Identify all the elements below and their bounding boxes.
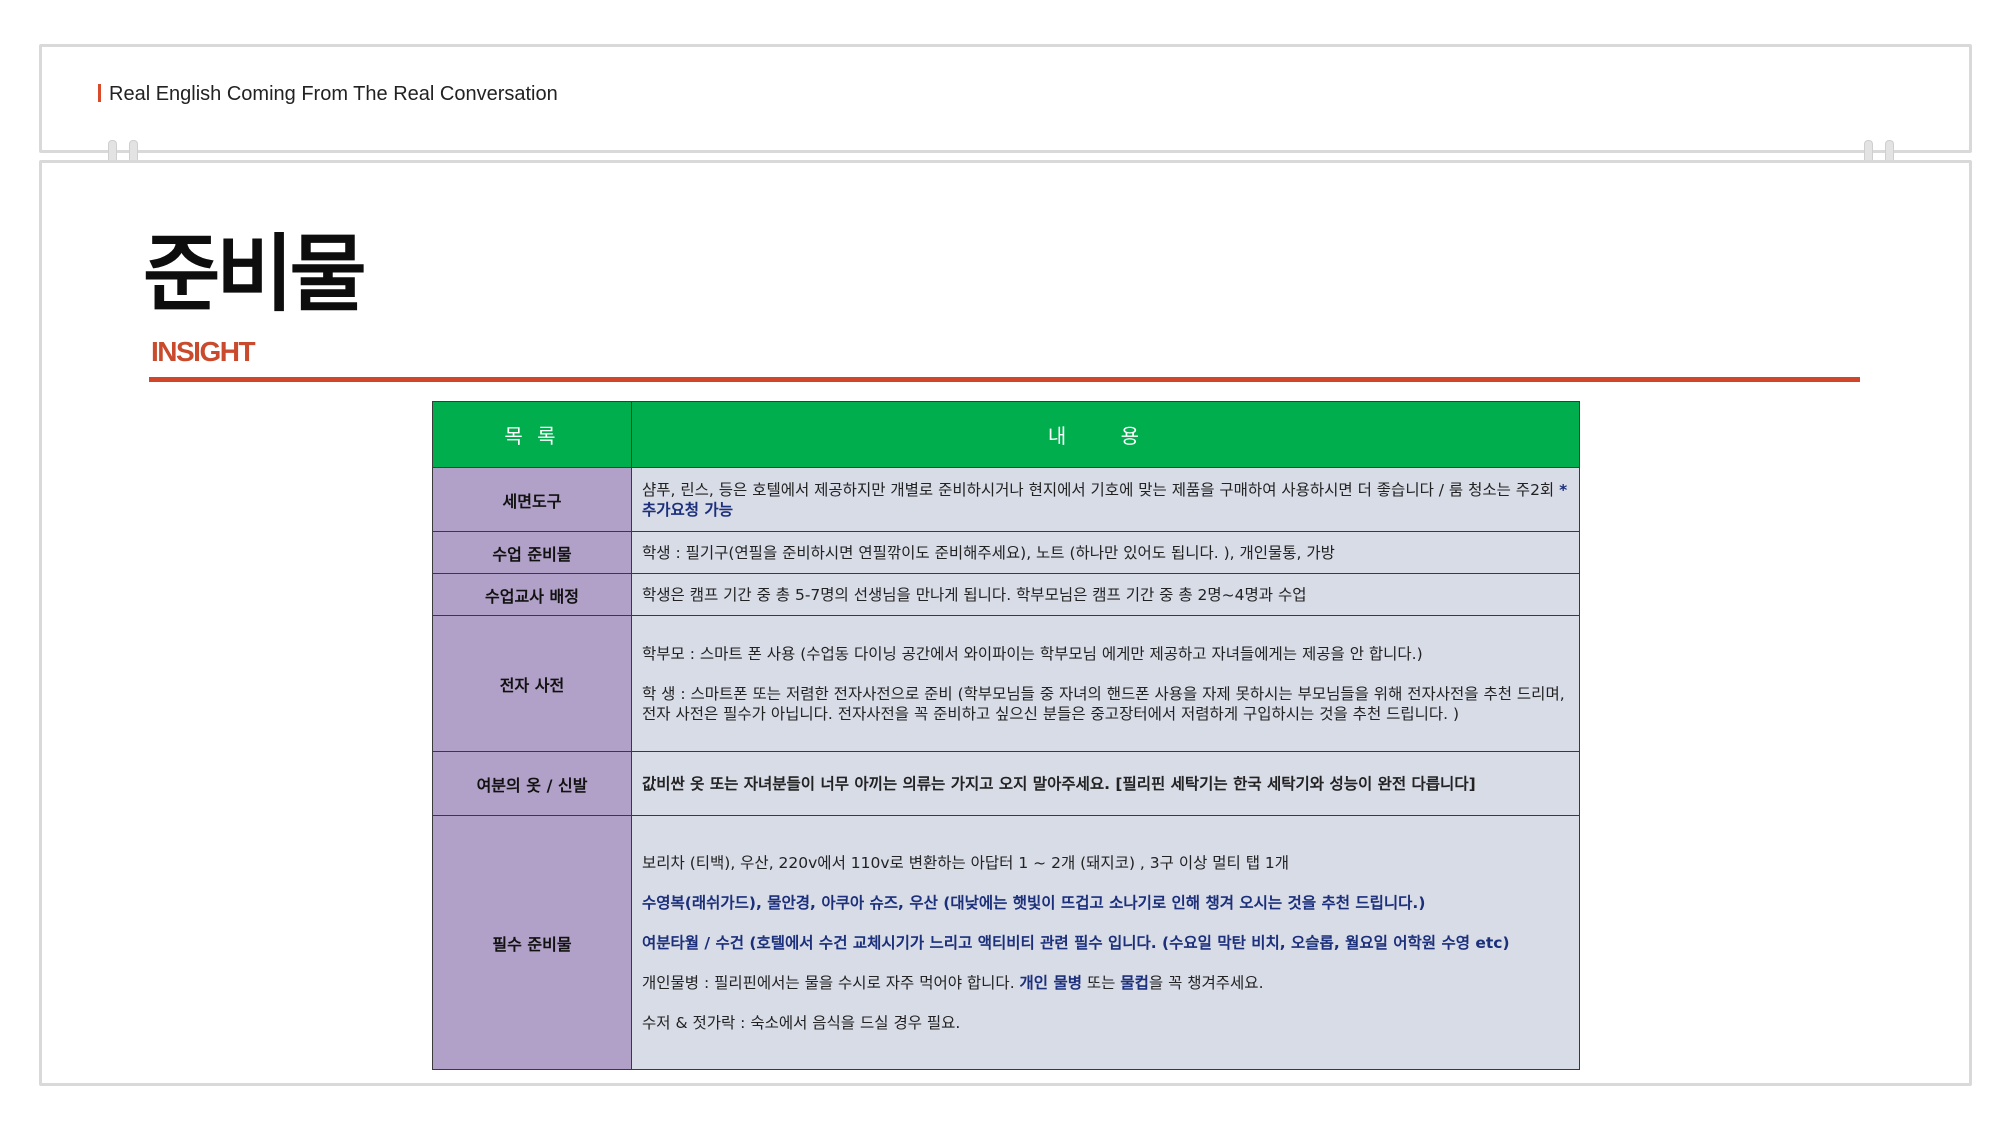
tagline: Real English Coming From The Real Conver… [98, 83, 558, 106]
row-content: 학생은 캠프 기간 중 총 5-7명의 선생님을 만나게 됩니다. 학부모님은 … [631, 573, 1580, 616]
row-content: 샴푸, 린스, 등은 호텔에서 제공하지만 개별로 준비하시거나 현지에서 기호… [631, 467, 1580, 532]
table-row: 필수 준비물 보리차 (티백), 우산, 220v에서 110v로 변환하는 아… [432, 815, 1580, 1070]
table-row: 여분의 옷 / 신발 값비싼 옷 또는 자녀분들이 너무 아끼는 의류는 가지고… [432, 751, 1580, 816]
row-category: 여분의 옷 / 신발 [432, 751, 632, 816]
row-category: 필수 준비물 [432, 815, 632, 1070]
row-content: 값비싼 옷 또는 자녀분들이 너무 아끼는 의류는 가지고 오지 말아주세요. … [631, 751, 1580, 816]
page-subtitle: INSIGHT [151, 336, 256, 367]
content-line: 보리차 (티백), 우산, 220v에서 110v로 변환하는 아답터 1 ~ … [642, 853, 1290, 872]
table-row: 전자 사전 학부모 : 스마트 폰 사용 (수업동 다이닝 공간에서 와이파이는… [432, 615, 1580, 752]
content-line: 수저 & 젓가락 : 숙소에서 음식을 드실 경우 필요. [642, 1013, 961, 1032]
row-content: 학부모 : 스마트 폰 사용 (수업동 다이닝 공간에서 와이파이는 학부모님 … [631, 615, 1580, 752]
content-line: 개인물병 : 필리핀에서는 물을 수시로 자주 먹어야 합니다. 개인 물병 또… [642, 973, 1569, 993]
content-text: 샴푸, 린스, 등은 호텔에서 제공하지만 개별로 준비하시거나 현지에서 기호… [642, 480, 1560, 499]
content-line-highlight: 수영복(래쉬가드), 물안경, 아쿠아 슈즈, 우산 (대낮에는 햇빛이 뜨겁고… [642, 893, 1426, 912]
header-panel: Real English Coming From The Real Conver… [39, 44, 1972, 153]
content-highlight: 개인 물병 [1019, 973, 1082, 992]
content-line: 학부모 : 스마트 폰 사용 (수업동 다이닝 공간에서 와이파이는 학부모님 … [642, 644, 1423, 663]
title-underline [149, 377, 1860, 382]
content-line: 학 생 : 스마트폰 또는 저렴한 전자사전으로 준비 (학부모님들 중 자녀의… [642, 684, 1565, 723]
content-text: 을 꼭 챙겨주세요. [1148, 973, 1264, 992]
row-category: 수업 준비물 [432, 531, 632, 574]
content-line-highlight: 여분타월 / 수건 (호텔에서 수건 교체시기가 느리고 액티비티 관련 필수 … [642, 933, 1510, 952]
header-category: 목 록 [432, 401, 632, 468]
row-category: 세면도구 [432, 467, 632, 532]
tagline-marker [98, 84, 101, 102]
row-category: 수업교사 배정 [432, 573, 632, 616]
content-highlight: 물컵 [1120, 973, 1149, 992]
header-content: 내 용 [631, 401, 1580, 468]
supplies-table: 목 록 내 용 세면도구 샴푸, 린스, 등은 호텔에서 제공하지만 개별로 준… [432, 401, 1580, 1070]
row-category: 전자 사전 [432, 615, 632, 752]
content-text: 개인물병 : 필리핀에서는 물을 수시로 자주 먹어야 합니다. [642, 973, 1020, 992]
tagline-text: Real English Coming From The Real Conver… [109, 83, 558, 105]
table-row: 수업교사 배정 학생은 캠프 기간 중 총 5-7명의 선생님을 만나게 됩니다… [432, 573, 1580, 616]
table-header-row: 목 록 내 용 [432, 401, 1580, 468]
table-row: 수업 준비물 학생 : 필기구(연필을 준비하시면 연필깎이도 준비해주세요),… [432, 531, 1580, 574]
page-title: 준비물 [143, 225, 367, 323]
row-content: 학생 : 필기구(연필을 준비하시면 연필깎이도 준비해주세요), 노트 (하나… [631, 531, 1580, 574]
content-text: 또는 [1081, 973, 1121, 992]
row-content: 보리차 (티백), 우산, 220v에서 110v로 변환하는 아답터 1 ~ … [631, 815, 1580, 1070]
table-row: 세면도구 샴푸, 린스, 등은 호텔에서 제공하지만 개별로 준비하시거나 현지… [432, 467, 1580, 532]
